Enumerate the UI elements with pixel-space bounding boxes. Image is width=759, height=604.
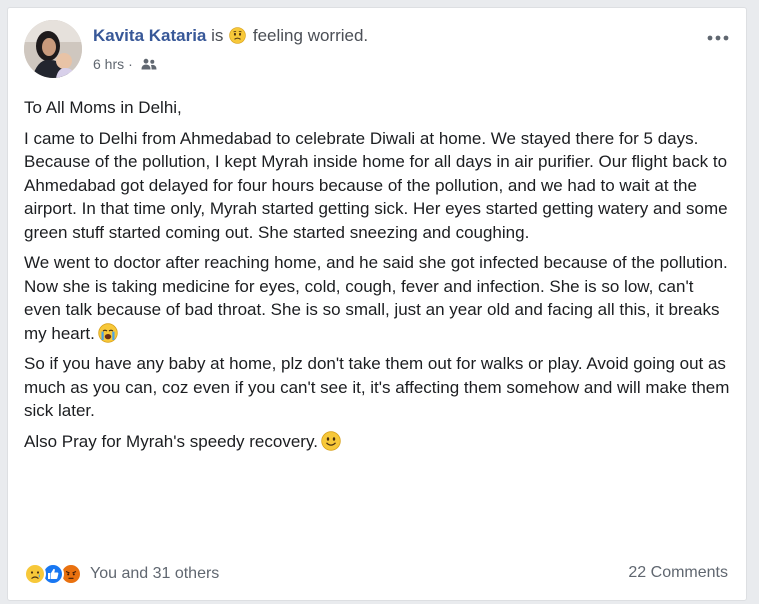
crying-face-icon bbox=[98, 322, 118, 343]
more-options-icon[interactable] bbox=[704, 30, 732, 46]
post-header: Kavita Kataria is feeling worried. 6 hrs… bbox=[24, 20, 730, 84]
post-paragraph: We went to doctor after reaching home, a… bbox=[24, 251, 732, 345]
author-name-link[interactable]: Kavita Kataria bbox=[93, 26, 206, 45]
post-paragraph: I came to Delhi from Ahmedabad to celebr… bbox=[24, 127, 732, 245]
post-footer: You and 31 others 22 Comments bbox=[24, 562, 730, 588]
paragraph-text: I came to Delhi from Ahmedabad to celebr… bbox=[24, 128, 728, 242]
feeling-text: feeling worried. bbox=[252, 26, 369, 45]
paragraph-text: To All Moms in Delhi, bbox=[24, 98, 182, 117]
worried-face-icon bbox=[229, 27, 246, 44]
smiling-face-icon bbox=[321, 430, 341, 451]
post-paragraph: Also Pray for Myrah's speedy recovery. bbox=[24, 430, 732, 454]
reactions-count-text[interactable]: You and 31 others bbox=[90, 565, 219, 583]
reactions-summary[interactable]: You and 31 others bbox=[24, 562, 219, 586]
paragraph-text: So if you have any baby at home, plz don… bbox=[24, 354, 730, 420]
comments-count-link[interactable]: 22 Comments bbox=[628, 564, 728, 582]
post-paragraph: To All Moms in Delhi, bbox=[24, 96, 732, 120]
timestamp-link[interactable]: 6 hrs bbox=[93, 56, 124, 72]
is-text: is bbox=[211, 26, 224, 45]
paragraph-text: Also Pray for Myrah's speedy recovery. bbox=[24, 431, 318, 451]
post-card: Kavita Kataria is feeling worried. 6 hrs… bbox=[7, 7, 747, 601]
post-meta: 6 hrs · bbox=[93, 56, 157, 72]
avatar[interactable] bbox=[24, 20, 82, 78]
friends-icon[interactable] bbox=[141, 58, 157, 70]
paragraph-text: We went to doctor after reaching home, a… bbox=[24, 253, 728, 343]
meta-separator: · bbox=[128, 56, 133, 72]
author-line: Kavita Kataria is feeling worried. bbox=[93, 26, 368, 46]
sad-reaction-icon bbox=[24, 563, 46, 585]
post-body: To All Moms in Delhi, I came to Delhi fr… bbox=[24, 96, 732, 460]
post-paragraph: So if you have any baby at home, plz don… bbox=[24, 352, 732, 423]
